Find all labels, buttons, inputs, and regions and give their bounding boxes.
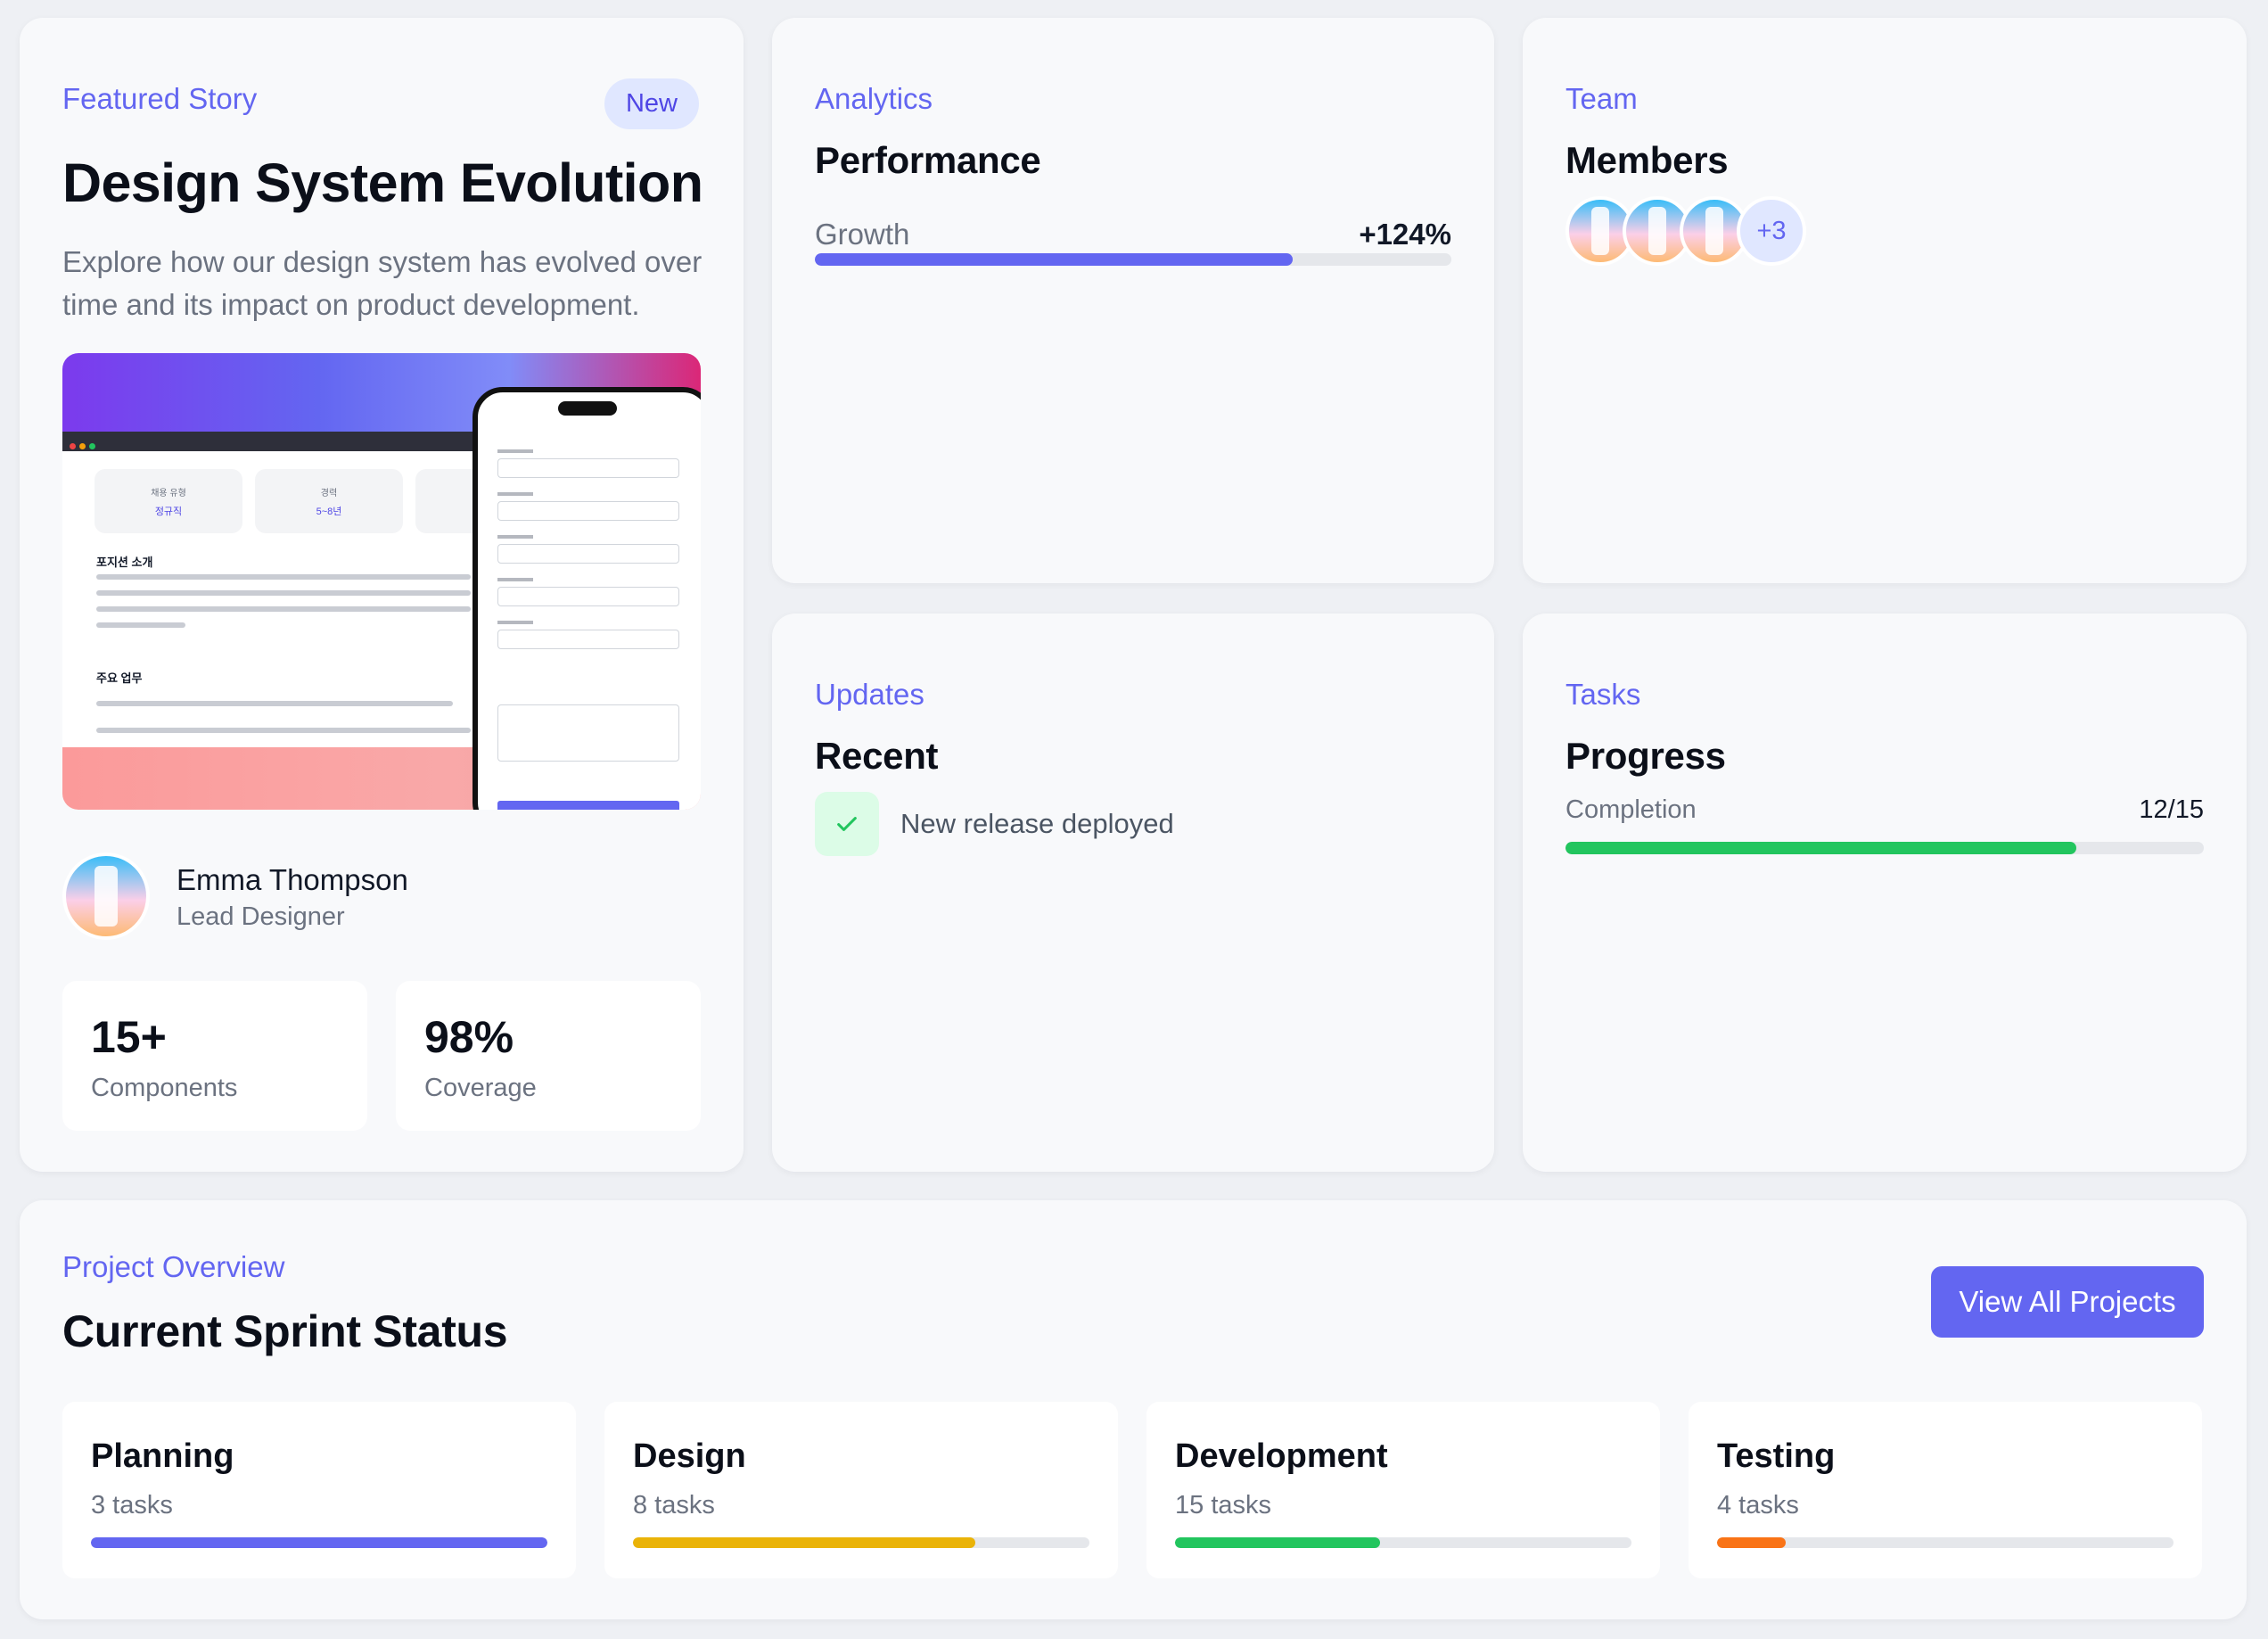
check-icon: [815, 792, 879, 856]
view-all-projects-button[interactable]: View All Projects: [1931, 1266, 2204, 1338]
phase-progress-fill: [633, 1537, 975, 1548]
completion-value: 12/15: [2139, 795, 2204, 824]
analytics-eyebrow: Analytics: [815, 82, 933, 115]
phase-progress-track: [91, 1537, 547, 1548]
phase-progress-fill: [1175, 1537, 1381, 1548]
chip-experience: 경력 5~8년: [255, 469, 403, 533]
author-role: Lead Designer: [177, 902, 345, 931]
form-field: [497, 501, 679, 521]
stat-components: 15+ Components: [62, 981, 367, 1131]
phase-count: 8 tasks: [633, 1491, 715, 1520]
stat-label: Coverage: [424, 1074, 537, 1102]
text-line: [96, 606, 471, 612]
form-label: [497, 578, 533, 581]
author-avatar: [62, 852, 150, 940]
form-field: [497, 630, 679, 649]
form-field: [497, 458, 679, 478]
stat-value: 98%: [424, 1012, 514, 1062]
project-overview-card: Project Overview Current Sprint Status V…: [20, 1200, 2247, 1619]
featured-screenshot[interactable]: 채용 유형 정규직 경력 5~8년 회사 포지션 소개 주요 업무: [62, 353, 701, 810]
project-eyebrow: Project Overview: [62, 1250, 285, 1283]
author-name: Emma Thompson: [177, 863, 408, 896]
phase-count: 15 tasks: [1175, 1491, 1271, 1520]
position-heading: 포지션 소개: [96, 556, 153, 569]
phase-count: 4 tasks: [1717, 1491, 1799, 1520]
phase-progress-fill: [1717, 1537, 1786, 1548]
text-line: [96, 701, 453, 706]
chip-employment: 채용 유형 정규직: [94, 469, 242, 533]
tasks-card: Tasks Progress Completion 12/15: [1523, 614, 2247, 1172]
featured-title: Design System Evolution: [62, 152, 703, 213]
featured-story-card: Featured Story New Design System Evoluti…: [20, 18, 744, 1172]
phase-count: 3 tasks: [91, 1491, 173, 1520]
featured-description: Explore how our design system has evolve…: [62, 245, 703, 321]
completion-progress-track: [1565, 842, 2204, 854]
phase-progress-fill: [91, 1537, 547, 1548]
form-field: [497, 587, 679, 606]
text-line: [96, 622, 185, 628]
analytics-card: Analytics Performance Growth +124%: [772, 18, 1494, 583]
updates-card: Updates Recent New release deployed: [772, 614, 1494, 1172]
phone-submit-button: [497, 801, 679, 810]
stat-coverage: 98% Coverage: [396, 981, 701, 1131]
text-line: [96, 590, 471, 596]
window-controls: [70, 438, 99, 454]
form-field: [497, 544, 679, 564]
featured-eyebrow: Featured Story: [62, 82, 258, 115]
phase-card-development[interactable]: Development 15 tasks: [1146, 1402, 1660, 1578]
stat-value: 15+: [91, 1012, 167, 1062]
updates-title: Recent: [815, 735, 939, 777]
phase-name: Design: [633, 1437, 746, 1475]
growth-progress-fill: [815, 253, 1293, 266]
phase-name: Planning: [91, 1437, 234, 1475]
form-label: [497, 535, 533, 539]
growth-progress-track: [815, 253, 1451, 266]
form-label: [497, 492, 533, 496]
phase-name: Development: [1175, 1437, 1388, 1475]
completion-label: Completion: [1565, 795, 1697, 824]
form-label: [497, 449, 533, 453]
phone-notch: [558, 401, 617, 416]
analytics-title: Performance: [815, 139, 1041, 181]
growth-label: Growth: [815, 218, 910, 251]
team-eyebrow: Team: [1565, 82, 1638, 115]
team-card: Team Members +3: [1523, 18, 2247, 583]
phase-card-planning[interactable]: Planning 3 tasks: [62, 1402, 576, 1578]
new-badge: New: [604, 78, 699, 129]
tasks-eyebrow: Tasks: [1565, 678, 1641, 711]
phase-progress-track: [633, 1537, 1089, 1548]
phase-progress-track: [1717, 1537, 2174, 1548]
updates-eyebrow: Updates: [815, 678, 924, 711]
text-line: [96, 728, 471, 733]
text-line: [96, 574, 471, 580]
form-label: [497, 621, 533, 624]
growth-value: +124%: [1359, 218, 1451, 251]
phase-progress-track: [1175, 1537, 1631, 1548]
phase-card-design[interactable]: Design 8 tasks: [604, 1402, 1118, 1578]
update-item-text: New release deployed: [900, 808, 1174, 839]
completion-progress-fill: [1565, 842, 2076, 854]
more-members-count[interactable]: +3: [1737, 196, 1806, 266]
duties-heading: 주요 업무: [96, 671, 143, 685]
phone-mockup: [472, 387, 701, 810]
stat-label: Components: [91, 1074, 238, 1102]
tasks-title: Progress: [1565, 735, 1726, 777]
phase-name: Testing: [1717, 1437, 1836, 1475]
project-title: Current Sprint Status: [62, 1306, 508, 1356]
form-textarea: [497, 704, 679, 762]
team-title: Members: [1565, 139, 1729, 181]
phase-card-testing[interactable]: Testing 4 tasks: [1689, 1402, 2202, 1578]
